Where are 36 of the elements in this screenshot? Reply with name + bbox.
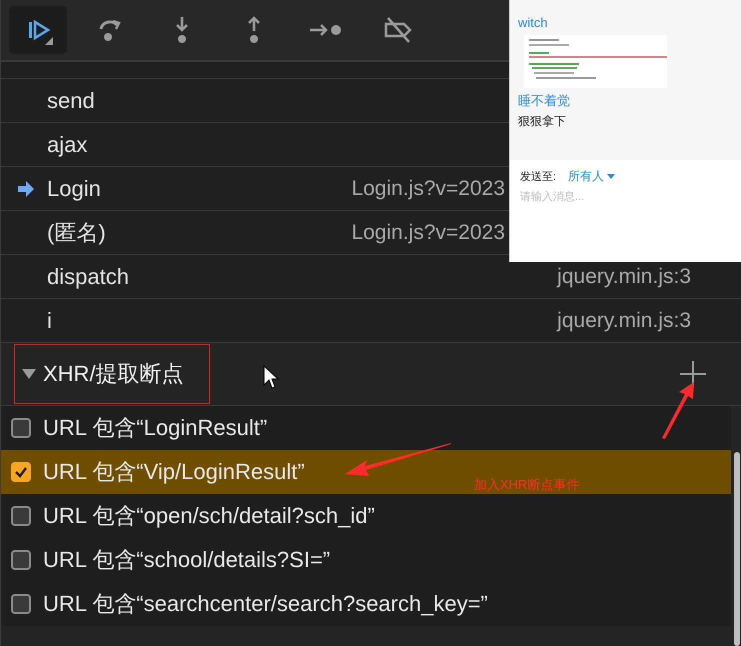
frame-name[interactable]: send — [47, 88, 95, 114]
breakpoint-label: URL 包含“Vip/LoginResult” — [43, 458, 305, 486]
frame-location[interactable]: Login.js?v=2023 — [351, 220, 505, 244]
message-text: 狠狠拿下 — [518, 113, 566, 129]
checkbox[interactable] — [11, 550, 31, 570]
cursor-icon — [263, 365, 279, 389]
frame-name[interactable]: (匿名) — [47, 218, 106, 248]
checkbox[interactable] — [11, 462, 31, 482]
breakpoint-label: URL 包含“school/details?SI=” — [43, 546, 330, 574]
checkbox[interactable] — [11, 506, 31, 526]
breakpoint-label: URL 包含“open/sch/detail?sch_id” — [43, 502, 375, 530]
annotation-text: 加入XHR断点事件 — [474, 477, 580, 492]
frame-location[interactable]: jquery.min.js:3 — [557, 264, 691, 288]
expand-triangle-icon[interactable] — [21, 368, 37, 380]
frame-name[interactable]: dispatch — [47, 264, 129, 290]
frame-name[interactable]: ajax — [47, 132, 88, 158]
frame-name[interactable]: Login — [47, 176, 101, 202]
scrollbar[interactable] — [734, 452, 740, 646]
resume-button[interactable] — [9, 6, 67, 54]
breakpoint-row[interactable]: URL 包含“open/sch/detail?sch_id” — [1, 494, 731, 538]
checkbox[interactable] — [11, 594, 31, 614]
checkbox[interactable] — [11, 418, 31, 438]
caret-icon — [607, 174, 616, 180]
add-breakpoint-button[interactable] — [679, 360, 707, 388]
breakpoint-row[interactable]: URL 包含“searchcenter/search?search_key=” — [1, 582, 731, 626]
recipient-dropdown[interactable]: 所有人 — [568, 168, 616, 185]
breakpoint-label: URL 包含“LoginResult” — [43, 414, 268, 442]
frame-name[interactable]: i — [47, 308, 52, 334]
frame-location[interactable]: Login.js?v=2023 — [351, 176, 505, 200]
breakpoint-label: URL 包含“searchcenter/search?search_key=” — [43, 590, 488, 618]
frame-location[interactable]: jquery.min.js:3 — [557, 308, 691, 332]
section-title[interactable]: XHR/提取断点 — [43, 359, 184, 389]
send-to-label: 发送至: — [520, 170, 556, 184]
breakpoint-row[interactable]: URL 包含“school/details?SI=” — [1, 538, 731, 582]
deactivate-breakpoints-icon — [382, 15, 414, 45]
breakpoint-row[interactable]: URL 包含“LoginResult” — [1, 406, 731, 450]
